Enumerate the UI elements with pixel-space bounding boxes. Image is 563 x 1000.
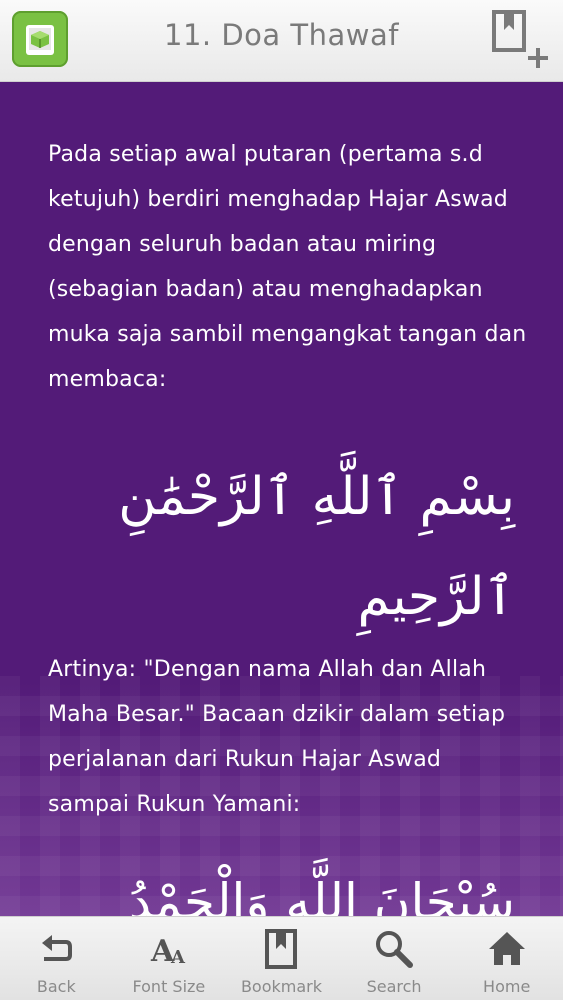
home-label: Home <box>483 977 531 996</box>
font-size-button[interactable]: A A Font Size <box>113 917 226 1000</box>
font-size-label: Font Size <box>132 977 206 996</box>
search-icon <box>376 931 414 968</box>
search-label: Search <box>366 977 422 996</box>
add-bookmark-button[interactable] <box>490 8 552 70</box>
bookmark-icon <box>265 929 298 969</box>
arabic-prayer-1: بِسْمِ ٱللَّهِ ٱلرَّحْمَٰنِ ٱلرَّحِيمِ <box>118 467 515 627</box>
bottom-navigation: Back A A Font Size Bookmark Search Home <box>0 916 563 1000</box>
instruction-paragraph: Pada setiap awal putaran (pertama s.d ke… <box>48 142 527 392</box>
top-bar: 11. Doa Thawaf <box>0 0 563 82</box>
book-icon <box>26 25 54 55</box>
bookmark-label: Bookmark <box>240 977 323 996</box>
home-button[interactable]: Home <box>450 917 563 1000</box>
back-label: Back <box>36 977 76 996</box>
content-area[interactable]: Pada setiap awal putaran (pertama s.d ke… <box>0 82 563 916</box>
app-book-icon[interactable] <box>12 11 68 67</box>
search-button[interactable]: Search <box>338 917 451 1000</box>
arabic-prayer-2: سُبْحَانَ اللَّهِ وَالْحَمْدُ لِلَّهِ <box>128 873 515 916</box>
bookmark-button[interactable]: Bookmark <box>225 917 338 1000</box>
back-button[interactable]: Back <box>0 917 113 1000</box>
svg-text:A: A <box>170 947 186 968</box>
back-arrow-icon <box>42 935 73 961</box>
font-size-icon: A A <box>150 934 186 969</box>
meaning-paragraph: Artinya: "Dengan nama Allah dan Allah Ma… <box>48 657 506 817</box>
home-icon <box>488 932 525 965</box>
page-title: 11. Doa Thawaf <box>164 18 399 52</box>
add-bookmark-icon <box>492 10 548 68</box>
